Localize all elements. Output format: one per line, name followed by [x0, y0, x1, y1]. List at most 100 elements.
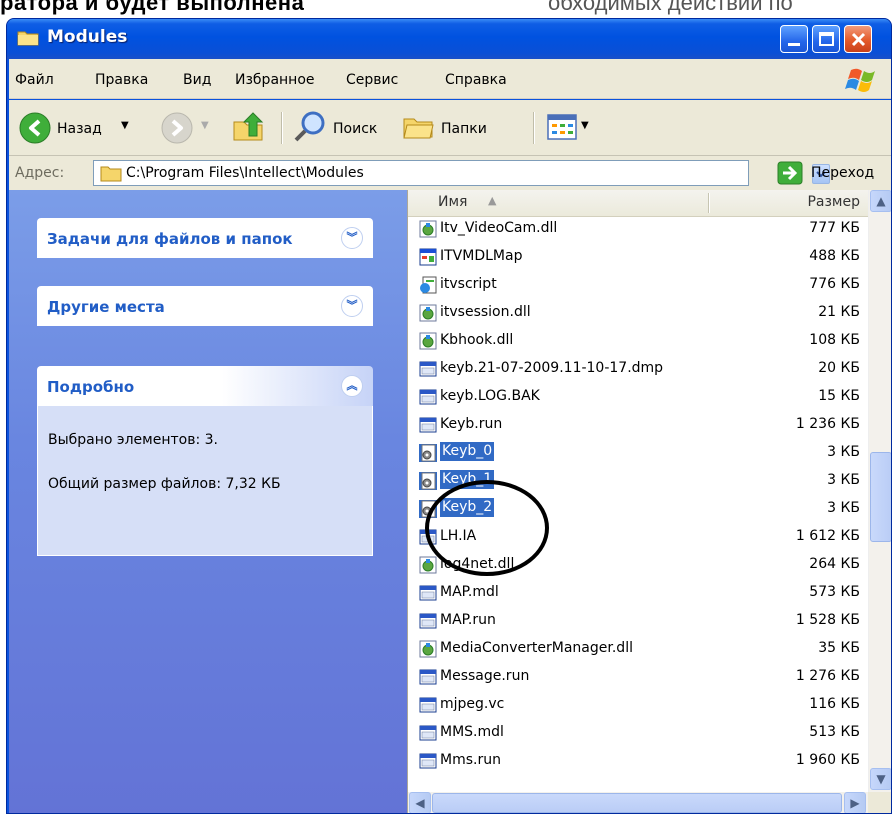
- menu-favorites[interactable]: Избранное: [235, 72, 315, 88]
- file-name: mjpeg.vc: [440, 696, 505, 712]
- file-name: keyb.21-07-2009.11-10-17.dmp: [440, 360, 664, 376]
- views-dropdown-icon[interactable]: ▼: [581, 120, 589, 131]
- column-divider[interactable]: [708, 193, 709, 213]
- go-button-label[interactable]: Переход: [811, 165, 874, 181]
- expand-chevron-icon[interactable]: ︾: [341, 227, 363, 249]
- back-arrow-icon[interactable]: [19, 112, 51, 144]
- title-bar[interactable]: Modules: [7, 19, 891, 59]
- list-item[interactable]: Itv_VideoCam.dll 777 КБ: [408, 217, 868, 241]
- list-item[interactable]: Message.run 1 276 КБ: [408, 665, 868, 689]
- file-size: 513 КБ: [809, 724, 860, 740]
- chevron-down-icon: ▼: [876, 772, 886, 786]
- menu-file[interactable]: Файл: [15, 72, 54, 88]
- file-name: MAP.mdl: [440, 584, 499, 600]
- file-size: 108 КБ: [809, 332, 860, 348]
- views-icon[interactable]: [547, 114, 577, 140]
- menu-help[interactable]: Справка: [445, 72, 507, 88]
- search-icon[interactable]: [293, 110, 327, 144]
- back-dropdown-icon[interactable]: ▼: [121, 120, 129, 131]
- file-name: keyb.LOG.BAK: [440, 388, 540, 404]
- menu-view[interactable]: Вид: [183, 72, 211, 88]
- close-button[interactable]: [844, 25, 872, 53]
- collapse-chevron-icon[interactable]: ︽: [341, 375, 363, 397]
- details-panel-header[interactable]: Подробно ︽: [37, 366, 373, 406]
- list-item[interactable]: keyb.LOG.BAK 15 КБ: [408, 385, 868, 409]
- file-icon: [419, 668, 437, 686]
- file-size: 21 КБ: [818, 304, 860, 320]
- list-header: Имя ▲ Размер: [408, 190, 868, 217]
- file-size: 3 КБ: [827, 472, 860, 488]
- file-icon: [419, 416, 437, 434]
- file-icon: [419, 752, 437, 770]
- file-size: 1 236 КБ: [795, 416, 860, 432]
- annotation-circle: [425, 480, 549, 576]
- file-size: 1 276 КБ: [795, 668, 860, 684]
- list-item[interactable]: Keyb.run 1 236 КБ: [408, 413, 868, 437]
- search-button-label[interactable]: Поиск: [333, 121, 377, 137]
- column-header-size[interactable]: Размер: [807, 194, 860, 210]
- file-icon: [419, 724, 437, 742]
- list-item[interactable]: Kbhook.dll 108 КБ: [408, 329, 868, 353]
- file-size: 3 КБ: [827, 444, 860, 460]
- folders-icon[interactable]: [401, 110, 435, 144]
- file-name: Kbhook.dll: [440, 332, 514, 348]
- file-name: MMS.mdl: [440, 724, 504, 740]
- scroll-down-button[interactable]: ▼: [870, 768, 891, 790]
- column-header-name[interactable]: Имя: [438, 194, 467, 210]
- back-button-label[interactable]: Назад: [57, 121, 102, 137]
- list-item[interactable]: MAP.run 1 528 КБ: [408, 609, 868, 633]
- explorer-window: Modules Файл Правка Вид Избранное Сервис…: [6, 18, 892, 814]
- go-arrow-icon[interactable]: [777, 161, 803, 185]
- menu-edit[interactable]: Правка: [95, 72, 148, 88]
- address-label: Адрес:: [15, 165, 65, 181]
- list-item[interactable]: mjpeg.vc 116 КБ: [408, 693, 868, 717]
- file-icon: [419, 388, 437, 406]
- sort-ascending-icon: ▲: [488, 194, 497, 207]
- file-name: itvscript: [440, 276, 497, 292]
- dll-icon: [419, 332, 437, 350]
- forward-dropdown-icon[interactable]: ▼: [201, 120, 209, 131]
- list-item[interactable]: MAP.mdl 573 КБ: [408, 581, 868, 605]
- address-input[interactable]: C:\Program Files\Intellect\Modules: [93, 160, 830, 186]
- scroll-up-button[interactable]: ▲: [870, 190, 891, 212]
- folders-button-label[interactable]: Папки: [441, 121, 487, 137]
- list-item[interactable]: Mms.run 1 960 КБ: [408, 749, 868, 773]
- total-size-text: Общий размер файлов: 7,32 КБ: [48, 476, 281, 492]
- scroll-right-button[interactable]: ▶: [844, 792, 866, 813]
- windows-logo-icon: [845, 68, 875, 92]
- list-item[interactable]: itvsession.dll 21 КБ: [408, 301, 868, 325]
- toolbar-separator: [281, 112, 282, 144]
- vertical-scrollbar[interactable]: ▲ ▼: [868, 190, 891, 792]
- file-size: 1 960 КБ: [795, 752, 860, 768]
- list-item[interactable]: MMS.mdl 513 КБ: [408, 721, 868, 745]
- resize-grip-icon[interactable]: [868, 792, 891, 813]
- file-name: Keyb_0: [440, 442, 495, 461]
- list-item[interactable]: MediaConverterManager.dll 35 КБ: [408, 637, 868, 661]
- scroll-left-button[interactable]: ◀: [409, 792, 431, 813]
- file-size: 3 КБ: [827, 500, 860, 516]
- vertical-scroll-thumb[interactable]: [870, 452, 891, 542]
- horizontal-scrollbar[interactable]: ◀ ▶: [408, 792, 868, 813]
- list-item[interactable]: ITVMDLMap 488 КБ: [408, 245, 868, 269]
- list-item[interactable]: itvscript 776 КБ: [408, 273, 868, 297]
- file-tasks-panel-header[interactable]: Задачи для файлов и папок ︾: [37, 218, 373, 258]
- horizontal-scroll-thumb[interactable]: [432, 793, 842, 813]
- minimize-button[interactable]: [780, 25, 808, 53]
- forward-arrow-icon[interactable]: [161, 112, 193, 144]
- toolbar-separator: [533, 112, 534, 144]
- list-item[interactable]: keyb.21-07-2009.11-10-17.dmp 20 КБ: [408, 357, 868, 381]
- other-places-panel-header[interactable]: Другие места ︾: [37, 286, 373, 326]
- file-icon: [419, 696, 437, 714]
- config-icon: [419, 472, 437, 490]
- maximize-button[interactable]: [812, 25, 840, 53]
- menu-tools[interactable]: Сервис: [346, 72, 398, 88]
- toolbar: Назад ▼ ▼ Поиск Папки ▼: [9, 100, 891, 156]
- file-name: Itv_VideoCam.dll: [440, 220, 558, 236]
- dll-icon: [419, 220, 437, 238]
- list-item[interactable]: Keyb_0 3 КБ: [408, 441, 868, 465]
- file-size: 116 КБ: [809, 696, 860, 712]
- expand-chevron-icon[interactable]: ︾: [341, 295, 363, 317]
- up-folder-icon[interactable]: [231, 110, 265, 144]
- caption-bold-text: ратора и будет выполнена: [0, 0, 305, 15]
- file-name: MAP.run: [440, 612, 496, 628]
